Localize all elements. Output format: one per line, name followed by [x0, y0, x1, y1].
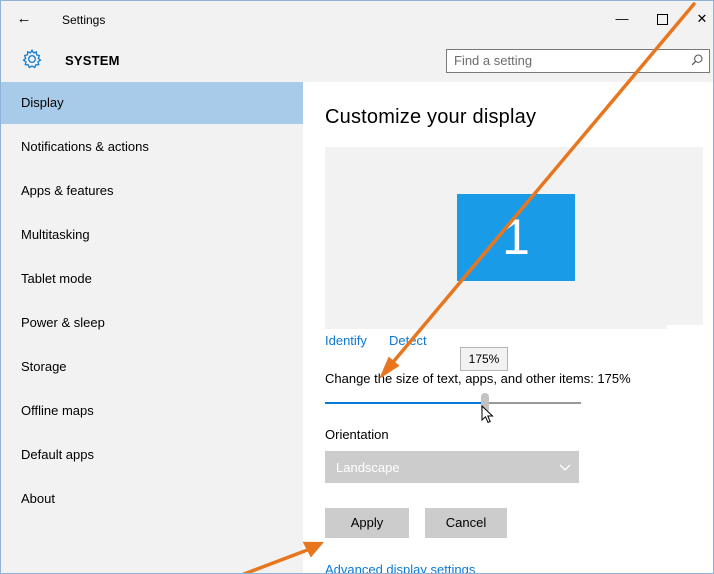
close-button[interactable]: ✕ [688, 6, 714, 32]
sidebar-item-label: Apps & features [21, 183, 114, 198]
sidebar-item-label: Power & sleep [21, 315, 105, 330]
orientation-value: Landscape [336, 460, 400, 475]
back-button[interactable]: ← [14, 9, 34, 29]
sidebar-item-default-apps[interactable]: Default apps [0, 434, 303, 476]
sidebar-item-notifications[interactable]: Notifications & actions [0, 126, 303, 168]
sidebar-item-power-sleep[interactable]: Power & sleep [0, 302, 303, 344]
monitor-number: 1 [502, 209, 530, 265]
orientation-dropdown[interactable]: Landscape [325, 451, 579, 483]
gear-icon [22, 48, 42, 69]
monitor-1[interactable]: 1 [457, 194, 575, 281]
maximize-button[interactable] [648, 6, 676, 32]
slider-fill [325, 402, 481, 404]
sidebar-item-label: Offline maps [21, 403, 94, 418]
sidebar-item-multitasking[interactable]: Multitasking [0, 214, 303, 256]
sidebar-item-apps-features[interactable]: Apps & features [0, 170, 303, 212]
settings-window: ← Settings — ✕ SYSTEM Find a setting Dis… [0, 0, 714, 574]
mouse-cursor-icon [481, 405, 494, 424]
maximize-icon [656, 14, 668, 26]
sidebar-item-storage[interactable]: Storage [0, 346, 303, 388]
chevron-down-icon [559, 464, 571, 471]
title-bar: ← Settings — ✕ [0, 0, 714, 38]
sidebar-item-label: Display [21, 95, 64, 110]
sidebar-item-about[interactable]: About [0, 478, 303, 520]
page-title: Customize your display [325, 106, 537, 128]
sidebar-item-tablet-mode[interactable]: Tablet mode [0, 258, 303, 300]
sidebar: Display Notifications & actions Apps & f… [0, 82, 303, 574]
scale-label: Change the size of text, apps, and other… [325, 371, 631, 386]
back-arrow-icon: ← [16, 10, 32, 27]
minimize-icon: — [615, 11, 629, 26]
settings-header: SYSTEM [0, 38, 714, 82]
detect-link[interactable]: Detect [389, 333, 427, 348]
sidebar-item-label: Tablet mode [21, 271, 92, 286]
close-icon: ✕ [696, 11, 708, 26]
search-icon[interactable] [690, 53, 704, 67]
window-title: Settings [62, 13, 106, 27]
scale-slider[interactable] [325, 393, 581, 413]
orientation-label: Orientation [325, 427, 389, 442]
scale-tooltip: 175% [460, 347, 508, 371]
advanced-display-settings-link[interactable]: Advanced display settings [325, 562, 475, 574]
sidebar-item-label: About [21, 491, 55, 506]
sidebar-item-label: Multitasking [21, 227, 90, 242]
sidebar-item-label: Default apps [21, 447, 94, 462]
cancel-button[interactable]: Cancel [425, 508, 507, 538]
identify-link[interactable]: Identify [325, 333, 367, 348]
apply-button[interactable]: Apply [325, 508, 409, 538]
search-box[interactable] [446, 49, 710, 73]
minimize-button[interactable]: — [608, 6, 636, 32]
main-content: Customize your display 1 Identify Detect… [303, 82, 714, 574]
slider-track [489, 402, 581, 404]
sidebar-item-offline-maps[interactable]: Offline maps [0, 390, 303, 432]
monitor-arrangement: 1 [325, 147, 703, 329]
sidebar-item-display[interactable]: Display [0, 82, 303, 124]
section-title: SYSTEM [65, 53, 120, 68]
search-input[interactable] [447, 50, 674, 70]
sidebar-item-label: Storage [21, 359, 67, 374]
sidebar-item-label: Notifications & actions [21, 139, 149, 154]
